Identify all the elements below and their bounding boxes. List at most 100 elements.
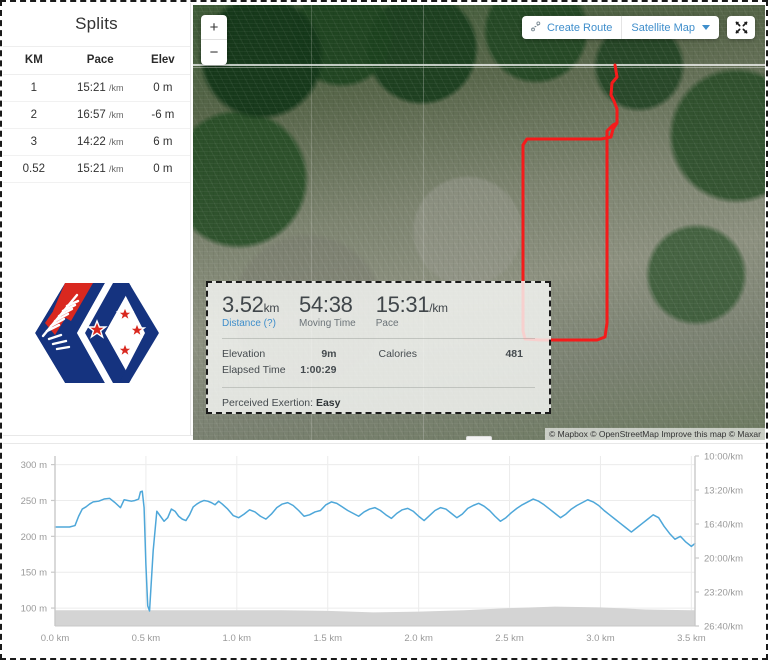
- activity-stats-overlay: 3.52km Distance (?) 54:38 Moving Time 15…: [206, 281, 551, 414]
- x-tick-label: 0.5 km: [132, 633, 161, 644]
- map-attribution[interactable]: © Mapbox © OpenStreetMap Improve this ma…: [544, 428, 765, 440]
- stat-pace-number: 15:31: [375, 292, 430, 317]
- perceived-exertion-label: Perceived Exertion:: [222, 397, 314, 410]
- stat-pace: 15:31/km Pace: [376, 293, 448, 329]
- table-row[interactable]: 1 15:21 /km 0 m: [3, 74, 190, 102]
- stat-elevation-label: Elevation: [222, 348, 266, 361]
- split-pace: 15:21 /km: [64, 155, 136, 183]
- splits-title: Splits: [75, 14, 118, 33]
- stat-distance: 3.52km Distance (?): [222, 293, 279, 329]
- elevation-pace-chart[interactable]: 100 m 150 m 200 m 250 m 300 m 10:00/km 13:20/k…: [3, 443, 765, 657]
- zoom-out-button[interactable]: −: [201, 40, 227, 65]
- map-zoom-controls: + −: [201, 15, 227, 65]
- map-toolbar-group: Create Route Satellite Map: [521, 16, 719, 39]
- perceived-exertion-row: Perceived Exertion: Easy: [222, 397, 535, 409]
- x-tick-label: 0.0 km: [41, 633, 70, 644]
- stat-moving-time-label: Moving Time: [299, 318, 356, 330]
- stat-moving-time: 54:38 Moving Time: [299, 293, 356, 329]
- x-tick-label: 3.5 km: [677, 633, 706, 644]
- stats-divider-bottom: [222, 387, 535, 389]
- pace-line: [54, 490, 696, 612]
- table-row[interactable]: 3 14:22 /km 6 m: [3, 128, 190, 156]
- stat-calories-label: Calories: [378, 348, 418, 361]
- stat-distance-number: 3.52: [222, 292, 264, 317]
- chart-svg: 100 m 150 m 200 m 250 m 300 m 10:00/km 13:20/k…: [21, 452, 744, 645]
- map-resize-handle[interactable]: [466, 436, 492, 440]
- y-tick-label-left: 200 m: [21, 532, 47, 543]
- split-elev: 6 m: [135, 128, 190, 156]
- x-tick-label: 3.0 km: [586, 633, 615, 644]
- stat-moving-time-number: 54:38: [299, 292, 353, 317]
- table-row[interactable]: 0.52 15:21 /km 0 m: [3, 155, 190, 183]
- nz-fern-hex-logo: [3, 258, 190, 408]
- split-pace: 16:57 /km: [64, 101, 136, 129]
- secondary-stats-right-col: Calories 481: [379, 346, 536, 378]
- column-header-km: KM: [3, 46, 65, 75]
- x-tick-label: 2.5 km: [495, 633, 524, 644]
- stat-elapsed-time: Elapsed Time 1:00:29: [222, 362, 379, 378]
- create-route-icon: [531, 20, 542, 35]
- split-km: 0.52: [3, 155, 65, 183]
- stat-calories-value: 481: [505, 348, 523, 361]
- split-km: 2: [3, 101, 65, 129]
- perceived-exertion-value: Easy: [315, 397, 341, 410]
- create-route-label: Create Route: [546, 21, 613, 34]
- secondary-stats-left-col: Elevation 9m Elapsed Time 1:00:29: [222, 346, 379, 378]
- split-pace: 14:22 /km: [64, 128, 136, 156]
- map-toolbar: Create Route Satellite Map: [521, 16, 755, 39]
- split-elev: 0 m: [135, 155, 190, 183]
- split-km: 3: [3, 128, 65, 156]
- create-route-button[interactable]: Create Route: [522, 16, 621, 39]
- split-elev: 0 m: [135, 74, 190, 102]
- split-pace: 15:21 /km: [64, 74, 136, 102]
- splits-table: KM Pace Elev 1 15:21 /km 0 m 2 16:57 /km -6 m…: [3, 46, 190, 183]
- stat-distance-value: 3.52km: [222, 293, 279, 316]
- stats-divider-top: [222, 338, 535, 340]
- y-tick-label-right: 20:00/km: [704, 554, 743, 565]
- stat-distance-unit: km: [263, 301, 280, 315]
- zoom-in-button[interactable]: +: [201, 15, 227, 40]
- y-tick-label-left: 250 m: [21, 496, 47, 507]
- map-road-horizontal: [193, 64, 765, 66]
- stat-elevation-value: 9m: [321, 348, 337, 361]
- column-header-pace: Pace: [64, 46, 136, 75]
- stat-elevation: Elevation 9m: [222, 346, 379, 362]
- y-tick-label-left: 300 m: [21, 460, 47, 471]
- chevron-down-icon: [702, 25, 710, 30]
- y-tick-label-left: 150 m: [21, 568, 47, 579]
- elevation-area: [55, 606, 695, 626]
- stat-calories: Calories 481: [379, 346, 536, 362]
- y-tick-label-right: 10:00/km: [704, 452, 743, 463]
- x-tick-label: 1.5 km: [313, 633, 342, 644]
- split-km: 1: [3, 74, 65, 102]
- activity-detail-page: Splits KM Pace Elev 1 15:21 /km 0 m 2 16:57 …: [0, 0, 768, 660]
- table-row[interactable]: 2 16:57 /km -6 m: [3, 101, 190, 129]
- stat-distance-label[interactable]: Distance (?): [222, 318, 279, 329]
- fullscreen-button[interactable]: [727, 16, 755, 39]
- stat-pace-label: Pace: [375, 318, 399, 330]
- map-road-horizontal-shadow: [193, 67, 765, 68]
- y-tick-label-right: 16:40/km: [704, 520, 743, 531]
- column-header-elev: Elev: [135, 46, 190, 75]
- x-tick-label: 2.0 km: [404, 633, 433, 644]
- primary-stats-row: 3.52km Distance (?) 54:38 Moving Time 15…: [222, 293, 535, 329]
- basemap-label: Satellite Map: [631, 21, 695, 34]
- y-tick-label-right: 13:20/km: [704, 486, 743, 497]
- stat-pace-unit: /km: [429, 301, 448, 315]
- stat-elapsed-time-value: 1:00:29: [300, 364, 337, 377]
- y-tick-label-right: 23:20/km: [704, 588, 743, 599]
- x-tick-label: 1.0 km: [223, 633, 252, 644]
- split-elev: -6 m: [135, 101, 190, 129]
- secondary-stats-grid: Elevation 9m Elapsed Time 1:00:29 Calori…: [222, 346, 535, 378]
- stat-pace-value: 15:31/km: [376, 293, 448, 316]
- splits-sidebar: Splits KM Pace Elev 1 15:21 /km 0 m 2 16:57 …: [3, 3, 191, 435]
- splits-header-row: KM Pace Elev: [3, 46, 190, 75]
- stat-moving-time-value: 54:38: [299, 293, 356, 316]
- sidebar-divider: [3, 435, 193, 436]
- stat-elapsed-time-label: Elapsed Time: [222, 364, 286, 377]
- y-tick-label-right: 26:40/km: [704, 622, 743, 633]
- expand-icon: [735, 21, 747, 34]
- basemap-selector[interactable]: Satellite Map: [621, 16, 719, 39]
- activity-map[interactable]: + − Create Route Satellite Map 3.52km Di…: [193, 5, 765, 440]
- y-tick-label-left: 100 m: [21, 604, 47, 615]
